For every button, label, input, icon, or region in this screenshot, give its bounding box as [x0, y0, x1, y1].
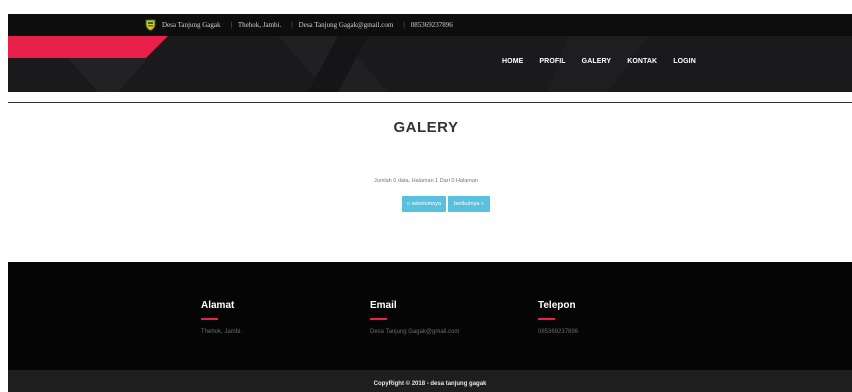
nav-profil[interactable]: PROFIL — [539, 58, 565, 65]
phone-text: 085369237896 — [410, 21, 453, 29]
separator: | — [291, 21, 293, 29]
page-title: GALERY — [393, 119, 459, 136]
content-divider — [8, 102, 852, 103]
address-title: Alamat — [201, 300, 235, 311]
nav-home[interactable]: HOME — [502, 58, 523, 65]
main-navbar: HOME PROFIL GALERY KONTAK LOGIN — [8, 36, 852, 92]
separator: | — [403, 21, 405, 29]
footer-email: Email Desa Tanjung Gagak@gmail.com — [370, 300, 459, 335]
phone-value: 085369237896 — [538, 329, 579, 335]
phone-title: Telepon — [538, 300, 576, 311]
accent-underline — [201, 318, 218, 320]
copyright-bar: CopyRight © 2018 - desa tanjung gagak — [8, 370, 852, 392]
nav-galery[interactable]: GALERY — [582, 58, 612, 65]
previous-page-button[interactable]: « sebelumnya — [402, 196, 446, 212]
footer: Alamat Thehok, Jambi. Email Desa Tanjung… — [8, 262, 852, 370]
location-text: Thehok, Jambi. — [237, 21, 282, 29]
pagination: « sebelumnya berikutnya » — [402, 196, 490, 212]
navbar-background — [8, 36, 648, 92]
nav-menu: HOME PROFIL GALERY KONTAK LOGIN — [502, 58, 712, 65]
top-info-bar: Desa Tanjung Gagak | Thehok, Jambi. | De… — [8, 14, 852, 36]
next-page-button[interactable]: berikutnya » — [448, 196, 490, 212]
footer-phone: Telepon 085369237896 — [538, 300, 578, 335]
email-title: Email — [370, 300, 397, 311]
village-emblem-icon — [145, 19, 156, 31]
address-value: Thehok, Jambi. — [201, 329, 243, 335]
email-text: Desa Tanjung Gagak@gmail.com — [298, 21, 394, 29]
accent-underline — [370, 318, 387, 320]
accent-underline — [538, 318, 555, 320]
site-name: Desa Tanjung Gagak — [162, 21, 221, 29]
footer-address: Alamat Thehok, Jambi. — [201, 300, 242, 335]
pagination-info: Jumlah 0 data, Halaman 1 Dari 0 Halaman — [374, 178, 478, 184]
nav-login[interactable]: LOGIN — [673, 58, 696, 65]
nav-kontak[interactable]: KONTAK — [627, 58, 657, 65]
email-value: Desa Tanjung Gagak@gmail.com — [370, 329, 460, 335]
separator: | — [230, 21, 232, 29]
